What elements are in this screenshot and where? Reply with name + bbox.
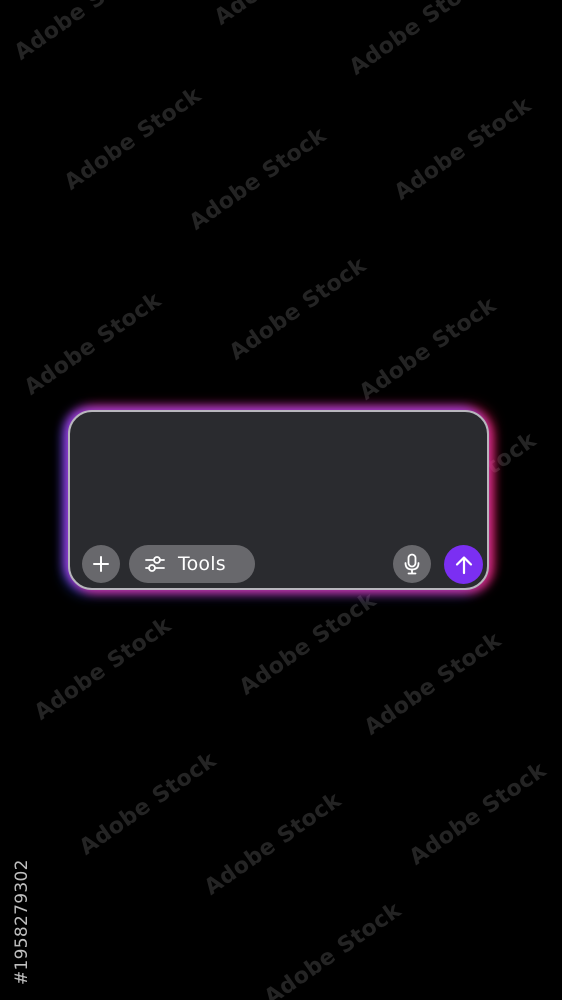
watermark-text: Adobe Stock [390,92,537,206]
sliders-icon [144,553,166,575]
watermark-text: Adobe Stock [355,292,502,406]
watermark-text: Adobe Stock [20,287,167,401]
watermark-text: Adobe Stock [75,747,222,861]
watermark-text: Adobe Stock [210,0,356,30]
tools-label: Tools [178,553,226,575]
watermark-text: Adobe Stock [260,897,407,1000]
chat-input-box[interactable]: Tools [68,410,489,590]
prompt-input[interactable] [86,426,471,540]
stock-id-label: #1958279302 [12,859,32,985]
watermark-text: Adobe Stock [235,587,382,701]
watermark-text: Adobe Stock [360,627,507,741]
watermark-text: Adobe Stock [185,122,332,236]
watermark-text: Adobe Stock [225,252,372,366]
send-button[interactable] [444,545,483,584]
watermark-text: Adobe Stock [200,787,347,901]
tools-button[interactable]: Tools [129,545,255,583]
watermark-text: Adobe Stock [60,82,207,196]
microphone-icon [402,553,422,575]
add-button[interactable] [82,545,120,583]
watermark-text: Adobe Stock [30,612,177,726]
watermark-text: Adobe Stock [10,0,157,66]
screen: Adobe Stock Adobe Stock Adobe Stock Adob… [0,0,562,1000]
watermark-text: Adobe Stock [345,0,492,81]
watermark-text: Adobe Stock [405,757,552,871]
microphone-button[interactable] [393,545,431,583]
plus-icon [91,554,111,574]
arrow-up-icon [453,554,475,576]
